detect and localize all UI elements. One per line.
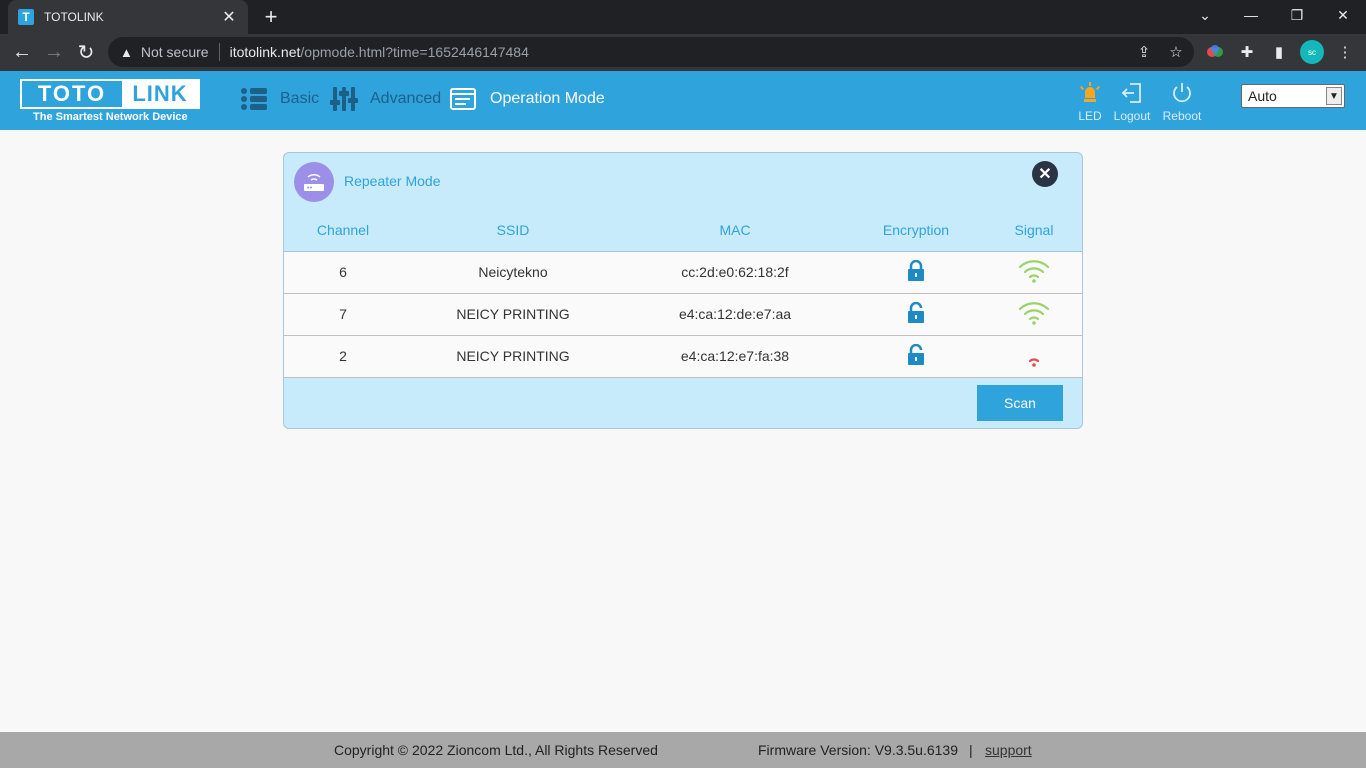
channel-cell: 7	[284, 293, 402, 336]
footer-separator: |	[969, 742, 973, 758]
minimize-icon[interactable]: —	[1228, 0, 1274, 30]
menu-advanced[interactable]: Advanced	[330, 84, 441, 114]
led-label: LED	[1078, 109, 1102, 123]
dialog-title: Repeater Mode	[344, 173, 441, 189]
lock-open-icon	[908, 343, 924, 365]
reload-icon[interactable]: ↻	[74, 40, 98, 64]
sliders-icon	[330, 87, 358, 111]
menu-operation-mode[interactable]: Operation Mode	[450, 84, 605, 114]
close-dialog-button[interactable]: ✕	[1032, 161, 1058, 187]
language-select[interactable]: Auto ▼	[1241, 84, 1345, 108]
totolink-logo: TOTO LINK	[20, 79, 200, 109]
encryption-cell	[846, 293, 986, 336]
lock-open-icon	[908, 301, 924, 323]
col-mac: MAC	[624, 209, 846, 252]
table-row[interactable]: 2 NEICY PRINTING e4:ca:12:e7:fa:38	[284, 335, 1082, 378]
chevron-down-icon: ▼	[1326, 87, 1342, 105]
reboot-label: Reboot	[1162, 109, 1202, 123]
table-row[interactable]: 6 Neicytekno cc:2d:e0:62:18:2f	[284, 251, 1082, 294]
warning-icon[interactable]: ▲	[120, 45, 133, 60]
logo-tagline: The Smartest Network Device	[33, 111, 188, 123]
led-button[interactable]: LED	[1068, 81, 1112, 123]
browser-menu-icon[interactable]: ⋮	[1334, 41, 1356, 63]
reboot-button[interactable]: Reboot	[1160, 81, 1204, 123]
tab-title: TOTOLINK	[44, 10, 104, 24]
lock-closed-icon	[908, 259, 924, 281]
logout-icon	[1121, 83, 1141, 103]
security-indicator[interactable]: Not secure	[141, 44, 209, 60]
table-row[interactable]: 7 NEICY PRINTING e4:ca:12:de:e7:aa	[284, 293, 1082, 336]
address-bar[interactable]: ▲ Not secure itotolink.net /opmode.html?…	[108, 37, 1194, 67]
signal-cell	[986, 293, 1082, 336]
wifi-weak-icon	[1028, 357, 1040, 367]
power-icon	[1173, 83, 1191, 103]
profile-avatar[interactable]: sc	[1300, 40, 1324, 64]
browser-tab-strip: T TOTOLINK ✕ + ⌄ — ❐ ✕	[0, 0, 1366, 34]
mac-cell: e4:ca:12:de:e7:aa	[624, 293, 846, 336]
copyright-text: Copyright © 2022 Zioncom Ltd., All Right…	[334, 742, 658, 758]
forward-icon[interactable]: →	[42, 40, 66, 64]
side-panel-icon[interactable]: ▮	[1268, 41, 1290, 63]
scan-button[interactable]: Scan	[977, 385, 1063, 421]
color-extension-icon[interactable]	[1204, 41, 1226, 63]
signal-cell	[986, 335, 1082, 378]
encryption-cell	[846, 335, 986, 378]
tab-close-icon[interactable]: ✕	[220, 7, 238, 27]
close-window-icon[interactable]: ✕	[1320, 0, 1366, 30]
repeater-mode-dialog: Repeater Mode ✕ Channel SSID MAC Encrypt…	[283, 152, 1083, 429]
share-icon[interactable]: ⇪	[1134, 42, 1154, 62]
page-footer: Copyright © 2022 Zioncom Ltd., All Right…	[0, 732, 1366, 768]
menu-operation-mode-label: Operation Mode	[490, 90, 605, 107]
wifi-strong-icon	[1018, 301, 1050, 325]
channel-cell: 2	[284, 335, 402, 378]
menu-basic[interactable]: Basic	[240, 84, 319, 114]
logo-left-text: TOTO	[22, 81, 122, 107]
url-divider	[218, 43, 220, 61]
list-icon	[241, 88, 267, 110]
operation-mode-icon	[450, 88, 476, 110]
router-header: TOTO LINK The Smartest Network Device Ba…	[0, 71, 1366, 130]
channel-cell: 6	[284, 251, 402, 294]
table-header-row: Channel SSID MAC Encryption Signal	[284, 209, 1082, 252]
signal-cell	[986, 251, 1082, 294]
language-select-value: Auto	[1248, 88, 1277, 104]
col-channel: Channel	[284, 209, 402, 252]
browser-tab[interactable]: T TOTOLINK ✕	[8, 0, 248, 34]
router-icon	[294, 162, 334, 202]
col-ssid: SSID	[402, 209, 624, 252]
menu-advanced-label: Advanced	[370, 90, 442, 107]
wifi-strong-icon	[1018, 259, 1050, 283]
logout-label: Logout	[1113, 109, 1151, 123]
col-encryption: Encryption	[846, 209, 986, 252]
encryption-cell	[846, 251, 986, 294]
led-icon	[1079, 82, 1101, 102]
menu-basic-label: Basic	[280, 90, 320, 107]
support-link[interactable]: support	[985, 742, 1032, 758]
mac-cell: e4:ca:12:e7:fa:38	[624, 335, 846, 378]
bookmark-star-icon[interactable]: ☆	[1166, 42, 1186, 62]
firmware-version: Firmware Version: V9.3.5u.6139	[758, 742, 958, 758]
url-host: itotolink.net	[229, 44, 301, 60]
totolink-favicon-icon: T	[18, 9, 34, 25]
new-tab-button[interactable]: +	[258, 4, 284, 30]
extensions-puzzle-icon[interactable]: ✚	[1236, 41, 1258, 63]
dialog-header: Repeater Mode ✕	[284, 153, 1082, 209]
ssid-cell: NEICY PRINTING	[402, 335, 624, 378]
site-survey-table: Channel SSID MAC Encryption Signal 6 Nei…	[284, 209, 1082, 378]
restore-icon[interactable]: ❐	[1274, 0, 1320, 30]
col-signal: Signal	[986, 209, 1082, 252]
url-path: /opmode.html?time=1652446147484	[300, 44, 529, 60]
tab-search-icon[interactable]: ⌄	[1182, 0, 1228, 30]
ssid-cell: NEICY PRINTING	[402, 293, 624, 336]
browser-toolbar: ← → ↻ ▲ Not secure itotolink.net /opmode…	[0, 34, 1366, 71]
ssid-cell: Neicytekno	[402, 251, 624, 294]
back-icon[interactable]: ←	[10, 40, 34, 64]
mac-cell: cc:2d:e0:62:18:2f	[624, 251, 846, 294]
logout-button[interactable]: Logout	[1110, 81, 1154, 123]
logo-right-text: LINK	[122, 81, 198, 107]
